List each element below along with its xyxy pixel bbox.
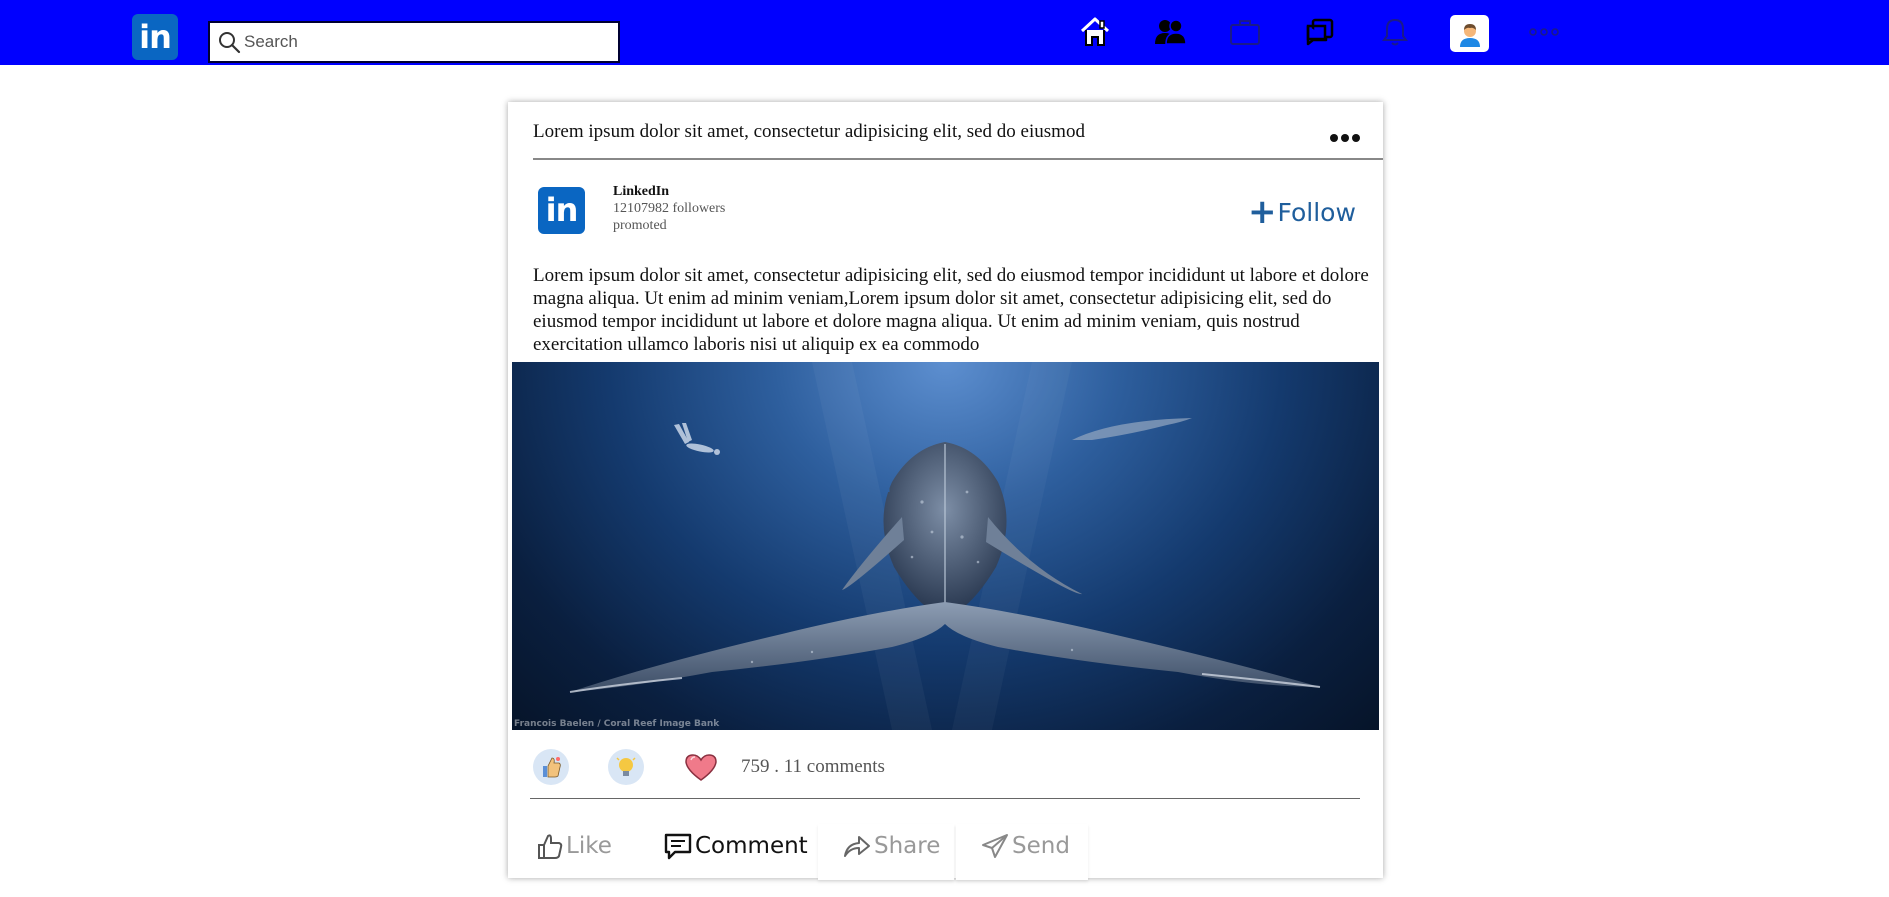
search-icon bbox=[219, 32, 241, 54]
send-button[interactable]: Send bbox=[980, 824, 1070, 868]
send-icon bbox=[982, 834, 1008, 858]
more-icon[interactable] bbox=[1527, 15, 1561, 49]
notifications-icon[interactable] bbox=[1378, 15, 1412, 49]
follow-label: Follow bbox=[1277, 198, 1356, 227]
post-image[interactable]: Francois Baelen / Coral Reef Image Bank bbox=[512, 362, 1379, 730]
share-arrow-icon bbox=[844, 836, 870, 857]
author-followers: 12107982 followers bbox=[613, 201, 726, 216]
post-body: Lorem ipsum dolor sit amet, consectetur … bbox=[533, 265, 1369, 355]
like-button[interactable]: Like bbox=[536, 824, 612, 868]
reaction-count[interactable]: 759 . 11 comments bbox=[741, 756, 885, 778]
header-divider bbox=[533, 158, 1383, 160]
promoted-tag: promoted bbox=[613, 218, 667, 233]
author-logo[interactable]: in bbox=[538, 187, 585, 234]
post-card: Lorem ipsum dolor sit amet, consectetur … bbox=[508, 102, 1383, 880]
whale-illustration bbox=[569, 362, 1321, 730]
messaging-icon[interactable] bbox=[1303, 15, 1337, 49]
top-nav-bar: in bbox=[0, 0, 1889, 65]
profile-avatar[interactable] bbox=[1450, 15, 1489, 52]
jobs-icon[interactable] bbox=[1228, 15, 1262, 49]
share-button[interactable]: Share bbox=[842, 824, 940, 868]
linkedin-logo[interactable]: in bbox=[132, 14, 178, 60]
network-icon[interactable] bbox=[1153, 15, 1187, 49]
search-input[interactable] bbox=[244, 23, 614, 61]
love-reaction-icon[interactable] bbox=[683, 749, 719, 785]
search-box[interactable] bbox=[208, 21, 620, 63]
comment-icon bbox=[664, 833, 692, 860]
comment-label: Comment bbox=[695, 833, 808, 859]
more-options-icon[interactable] bbox=[1330, 134, 1360, 142]
actions-divider bbox=[530, 798, 1360, 799]
plus-icon: + bbox=[1248, 192, 1277, 232]
insightful-reaction-icon[interactable] bbox=[608, 749, 644, 785]
image-credit: Francois Baelen / Coral Reef Image Bank bbox=[514, 719, 720, 729]
like-reaction-icon[interactable] bbox=[533, 749, 569, 785]
reactions-bar: 759 . 11 comments bbox=[533, 749, 1353, 785]
comment-button[interactable]: Comment bbox=[663, 824, 808, 868]
follow-button[interactable]: + Follow bbox=[1248, 192, 1356, 232]
thumbs-up-icon bbox=[538, 834, 563, 859]
post-header-text: Lorem ipsum dolor sit amet, consectetur … bbox=[533, 121, 1085, 142]
send-label: Send bbox=[1012, 833, 1070, 859]
like-label: Like bbox=[566, 833, 612, 859]
author-name[interactable]: LinkedIn bbox=[613, 183, 725, 200]
share-label: Share bbox=[874, 833, 941, 859]
action-bar: Like Comment Share Send bbox=[508, 824, 1383, 880]
author-info: LinkedIn 12107982 followers promoted bbox=[613, 183, 725, 234]
home-icon[interactable] bbox=[1078, 15, 1112, 49]
